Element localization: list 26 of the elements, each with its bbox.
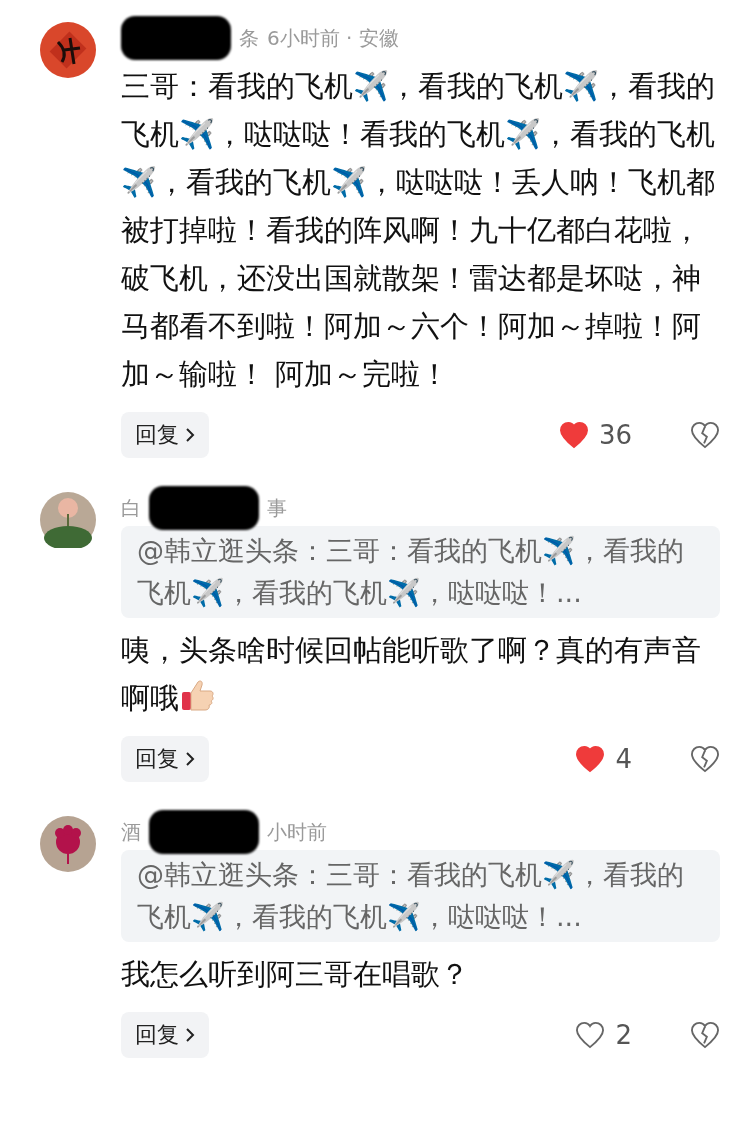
- like-icon[interactable]: [575, 1021, 606, 1049]
- like-count: 36: [598, 420, 632, 450]
- comment-meta: 酒: [121, 818, 141, 846]
- dislike-icon[interactable]: [690, 421, 720, 449]
- chevron-icon: [185, 427, 195, 443]
- comment-text: 三哥：看我的飞机✈，看我的飞机✈，看我的飞机✈，哒哒哒！看我的飞机✈，看我的飞机✈，看我的飞机✈，哒哒哒！丢人呐！飞机都被打掉啦！看我的阵风啊！九十亿都白花啦，破飞机，还没出国就散架！雷达都是坏哒，神马都看不到啦！阿加～六个！阿加～掉啦！阿加～输啦！ 阿加～完啦！: [121, 68, 716, 393]
- reply-button[interactable]: 回复: [121, 736, 209, 782]
- reply-button[interactable]: 回复: [121, 1012, 209, 1058]
- comment-meta: 白: [121, 494, 141, 522]
- comment-meta: 条: [239, 24, 259, 52]
- like-icon[interactable]: [575, 745, 606, 773]
- dislike-icon[interactable]: [690, 745, 720, 773]
- chevron-icon: [185, 1027, 195, 1043]
- comment-meta: 小时前: [267, 818, 327, 846]
- reply-button[interactable]: 回复: [121, 412, 209, 458]
- comment-meta: 6小时前 · 安徽: [267, 24, 399, 52]
- dislike-icon[interactable]: [690, 1021, 720, 1049]
- like-count: 2: [615, 1020, 632, 1050]
- comment-text: 咦，头条啥时候回帖能听歌了啊？真的有声音啊哦: [121, 632, 702, 717]
- like-count: 4: [615, 744, 632, 774]
- comment-text: 我怎么听到阿三哥在唱歌？: [121, 956, 470, 993]
- comment-meta: 事: [267, 494, 287, 522]
- quoted-comment: @韩立逛头条：三哥：看我的飞机✈，看我的飞机✈，看我的飞机✈，哒哒哒！...: [121, 526, 720, 618]
- chevron-icon: [185, 751, 195, 767]
- quoted-comment: @韩立逛头条：三哥：看我的飞机✈，看我的飞机✈，看我的飞机✈，哒哒哒！...: [121, 850, 720, 942]
- like-icon[interactable]: [558, 421, 589, 449]
